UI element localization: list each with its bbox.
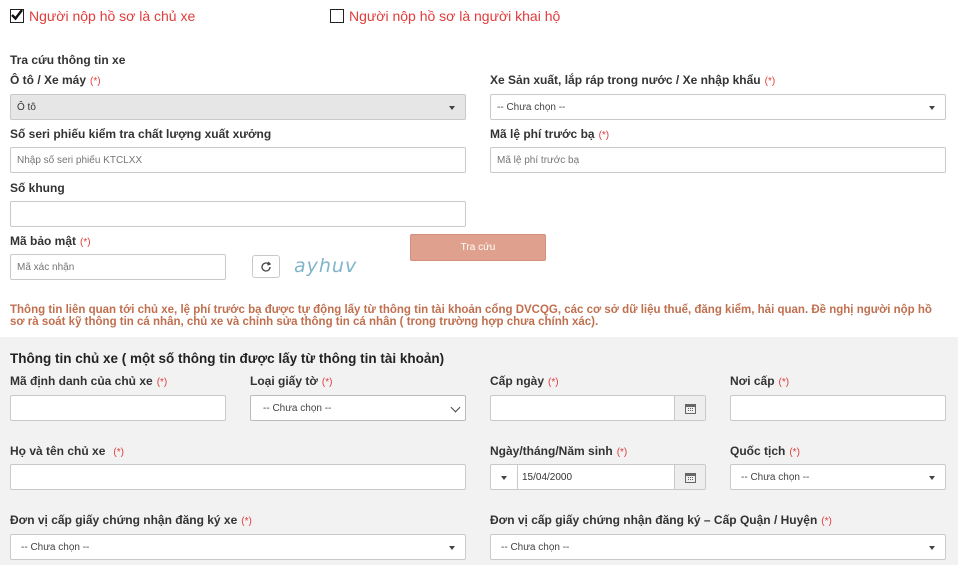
- fee-code-input[interactable]: [490, 147, 946, 173]
- owner-name-input[interactable]: [10, 464, 466, 490]
- check-icon: [11, 9, 23, 21]
- refresh-captcha-button[interactable]: [252, 255, 280, 278]
- issue-date-label: Cấp ngày (*): [490, 374, 559, 388]
- required-mark: (*): [156, 377, 168, 388]
- owner-name-label: Họ và tên chủ xe (*): [10, 444, 124, 458]
- required-mark: (*): [598, 130, 610, 141]
- issue-place-input[interactable]: [730, 395, 946, 421]
- search-button[interactable]: Tra cứu: [410, 234, 546, 261]
- reg-district-label: Đơn vị cấp giấy chứng nhận đăng ký – Cấp…: [490, 513, 832, 527]
- owner-section: [0, 337, 958, 565]
- dob-dropdown-toggle[interactable]: [491, 465, 518, 489]
- caret-down-icon: [929, 546, 935, 550]
- origin-label: Xe Sản xuất, lắp ráp trong nước / Xe nhậ…: [490, 73, 776, 87]
- dob-label: Ngày/tháng/Năm sinh (*): [490, 444, 628, 458]
- fee-code-label: Mã lệ phí trước bạ (*): [490, 127, 610, 141]
- auto-fill-notice: Thông tin liên quan tới chủ xe, lệ phí t…: [10, 304, 932, 328]
- captcha-input[interactable]: [10, 254, 226, 280]
- captcha-label: Mã bảo mật (*): [10, 234, 91, 248]
- proxy-checkbox-row[interactable]: Người nộp hồ sơ là người khai hộ: [330, 8, 560, 24]
- vehicle-type-select[interactable]: Ô tô: [10, 94, 466, 120]
- required-mark: (*): [616, 447, 628, 458]
- refresh-icon: [261, 261, 272, 272]
- captcha-image: ayhuv: [294, 255, 358, 277]
- required-mark: (*): [821, 516, 832, 527]
- owner-checkbox-label: Người nộp hồ sơ là chủ xe: [29, 8, 196, 24]
- serial-label: Số seri phiếu kiểm tra chất lượng xuất x…: [10, 127, 272, 141]
- calendar-icon[interactable]: [674, 396, 705, 420]
- vehicle-type-label: Ô tô / Xe máy (*): [10, 73, 101, 87]
- owner-checkbox[interactable]: [10, 9, 24, 23]
- required-mark: (*): [764, 76, 776, 87]
- lookup-section-title: Tra cứu thông tin xe: [10, 53, 126, 67]
- origin-select[interactable]: -- Chưa chọn --: [490, 94, 946, 120]
- dob-input[interactable]: 15/04/2000: [490, 464, 706, 490]
- caret-down-icon: [449, 106, 455, 110]
- issue-date-input[interactable]: [490, 395, 706, 421]
- reg-unit-select[interactable]: -- Chưa chọn --: [10, 534, 466, 560]
- required-mark: (*): [241, 516, 252, 527]
- nationality-select[interactable]: -- Chưa chọn --: [730, 464, 946, 490]
- frame-number-label: Số khung: [10, 181, 65, 195]
- caret-down-icon: [929, 476, 935, 480]
- serial-input[interactable]: [10, 147, 466, 173]
- calendar-icon[interactable]: [674, 465, 705, 489]
- owner-checkbox-row[interactable]: Người nộp hồ sơ là chủ xe: [10, 8, 195, 24]
- chevron-down-icon: [450, 402, 461, 413]
- caret-down-icon: [929, 106, 935, 110]
- owner-id-label: Mã định danh của chủ xe (*): [10, 374, 168, 388]
- caret-down-icon: [501, 476, 507, 480]
- required-mark: (*): [321, 377, 333, 388]
- caret-down-icon: [449, 546, 455, 550]
- required-mark: (*): [778, 377, 790, 388]
- proxy-checkbox[interactable]: [330, 9, 344, 23]
- required-mark: (*): [90, 76, 101, 87]
- reg-district-select[interactable]: -- Chưa chọn --: [490, 534, 946, 560]
- required-mark: (*): [548, 377, 559, 388]
- required-mark: (*): [80, 237, 91, 248]
- proxy-checkbox-label: Người nộp hồ sơ là người khai hộ: [349, 8, 561, 24]
- reg-unit-label: Đơn vị cấp giấy chứng nhận đăng ký xe (*): [10, 513, 252, 527]
- owner-id-input[interactable]: [10, 395, 226, 421]
- frame-number-input[interactable]: [10, 201, 466, 227]
- nationality-label: Quốc tịch (*): [730, 444, 800, 458]
- issue-place-label: Nơi cấp (*): [730, 374, 790, 388]
- required-mark: (*): [113, 447, 124, 458]
- doc-type-label: Loại giấy tờ (*): [250, 374, 333, 388]
- required-mark: (*): [789, 447, 800, 458]
- doc-type-select[interactable]: -- Chưa chọn --: [250, 395, 466, 421]
- owner-section-title: Thông tin chủ xe ( một số thông tin được…: [10, 351, 445, 366]
